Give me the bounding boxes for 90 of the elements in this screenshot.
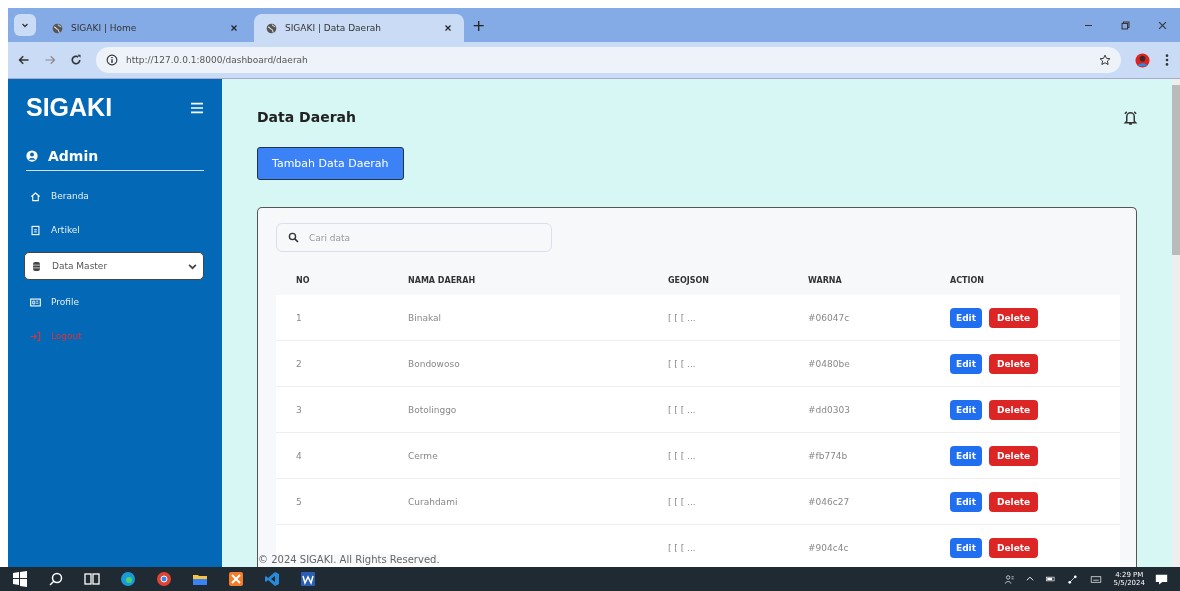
table-cell-text: 1 bbox=[296, 312, 303, 323]
table-cell-text: Botolinggo bbox=[408, 404, 458, 415]
browser-tab[interactable]: SIGAKI | Home bbox=[40, 14, 250, 42]
globe-icon bbox=[266, 22, 277, 34]
delete-button[interactable]: Delete bbox=[989, 445, 1039, 466]
table-cell-text: 5 bbox=[296, 496, 303, 507]
page-title: Data Daerah bbox=[257, 109, 356, 125]
footer-text: © 2024 SIGAKI. All Rights Reserved. bbox=[258, 554, 440, 565]
table-cell-text: #904c4c bbox=[808, 542, 850, 553]
column-header: GEOJSON bbox=[668, 275, 711, 285]
card-icon bbox=[30, 296, 41, 308]
sidebar-item[interactable]: Beranda bbox=[24, 185, 204, 207]
table-cell-text: #046c27 bbox=[808, 496, 851, 507]
scrollbar[interactable] bbox=[1172, 79, 1180, 567]
table-cell-text: Bondowoso bbox=[408, 358, 461, 369]
star-icon[interactable] bbox=[1099, 54, 1111, 66]
chevron-icon bbox=[188, 261, 197, 271]
delete-button[interactable]: Delete bbox=[989, 399, 1039, 420]
table-cell-text: #0480be bbox=[808, 358, 851, 369]
app-icon[interactable] bbox=[228, 571, 244, 587]
delete-button[interactable]: Delete bbox=[989, 491, 1039, 512]
user-name: Admin bbox=[48, 148, 99, 164]
brand-title: SIGAKI bbox=[26, 93, 113, 122]
table-cell-text: [ [ [ ... bbox=[668, 496, 697, 507]
delete-button[interactable]: Delete bbox=[989, 537, 1039, 558]
edit-button[interactable]: Edit bbox=[950, 491, 982, 512]
new-tab-button[interactable]: + bbox=[472, 15, 486, 35]
edit-button[interactable]: Edit bbox=[950, 307, 982, 328]
info-icon bbox=[106, 54, 118, 66]
table-cell-text: #dd0303 bbox=[808, 404, 851, 415]
browser-tab[interactable]: SIGAKI | Data Daerah bbox=[254, 14, 464, 42]
task-view-icon[interactable] bbox=[84, 571, 100, 587]
column-header: NO bbox=[296, 275, 311, 285]
windows-icon[interactable] bbox=[12, 571, 28, 587]
database-icon bbox=[31, 260, 42, 272]
notification-icon[interactable] bbox=[1155, 572, 1168, 586]
column-header: NAMA DAERAH bbox=[408, 275, 477, 285]
address-bar[interactable]: http://127.0.0.1:8000/dashboard/daerah bbox=[96, 47, 1121, 73]
browser-icon[interactable] bbox=[156, 571, 172, 587]
table-cell-text: [ [ [ ... bbox=[668, 450, 697, 461]
user-icon bbox=[26, 150, 38, 162]
menu-icon[interactable] bbox=[190, 101, 204, 114]
table-cell-text: #fb774b bbox=[808, 450, 849, 461]
table-cell-text: Binakal bbox=[408, 312, 442, 323]
browser-icon[interactable] bbox=[120, 571, 136, 587]
search-icon[interactable] bbox=[48, 571, 64, 587]
back-icon[interactable] bbox=[18, 54, 30, 66]
table-cell-text: Cerme bbox=[408, 450, 439, 461]
table-cell-text: 2 bbox=[296, 358, 303, 369]
code-editor-icon[interactable] bbox=[264, 571, 280, 587]
table-cell-text: [ [ [ ... bbox=[668, 312, 697, 323]
document-icon bbox=[30, 224, 41, 236]
home-icon bbox=[30, 190, 41, 202]
table-cell-text: #06047c bbox=[808, 312, 851, 323]
search-field[interactable]: Cari data bbox=[276, 223, 552, 252]
delete-button[interactable]: Delete bbox=[989, 353, 1039, 374]
edit-button[interactable]: Edit bbox=[950, 399, 982, 420]
sidebar-item[interactable]: Artikel bbox=[24, 219, 204, 241]
restore-icon[interactable] bbox=[1120, 19, 1131, 31]
document-icon[interactable] bbox=[300, 571, 316, 587]
table-cell-text: Curahdami bbox=[408, 496, 459, 507]
bell-icon[interactable] bbox=[1123, 109, 1138, 125]
search-icon bbox=[288, 232, 299, 243]
sidebar-item[interactable]: Data Master bbox=[24, 252, 204, 280]
column-header: ACTION bbox=[950, 275, 985, 285]
caret-icon bbox=[21, 21, 29, 29]
sidebar-item[interactable]: Profile bbox=[24, 291, 204, 313]
edit-button[interactable]: Edit bbox=[950, 537, 982, 558]
table-cell-text: [ [ [ ... bbox=[668, 542, 697, 553]
column-header: WARNA bbox=[808, 275, 843, 285]
avatar-icon[interactable] bbox=[1135, 52, 1150, 68]
table-cell-text: [ [ [ ... bbox=[668, 358, 697, 369]
logout-icon bbox=[30, 330, 41, 342]
globe-icon bbox=[52, 22, 63, 34]
table-cell-text: 4 bbox=[296, 450, 303, 461]
edit-button[interactable]: Edit bbox=[950, 353, 982, 374]
table-cell-text: [ [ [ ... bbox=[668, 404, 697, 415]
people-icon[interactable] bbox=[1003, 573, 1015, 585]
close-icon[interactable] bbox=[230, 24, 238, 32]
close-icon[interactable] bbox=[1157, 19, 1168, 31]
battery-icon[interactable] bbox=[1044, 574, 1057, 584]
close-icon[interactable] bbox=[444, 24, 452, 32]
reload-icon[interactable] bbox=[70, 54, 82, 66]
delete-button[interactable]: Delete bbox=[989, 307, 1039, 328]
more-icon[interactable] bbox=[1164, 53, 1170, 67]
edit-button[interactable]: Edit bbox=[950, 445, 982, 466]
table-cell-text: 3 bbox=[296, 404, 303, 415]
add-button[interactable]: Tambah Data Daerah bbox=[257, 147, 404, 180]
caret-icon[interactable] bbox=[1024, 574, 1035, 584]
network-icon[interactable] bbox=[1066, 573, 1078, 585]
